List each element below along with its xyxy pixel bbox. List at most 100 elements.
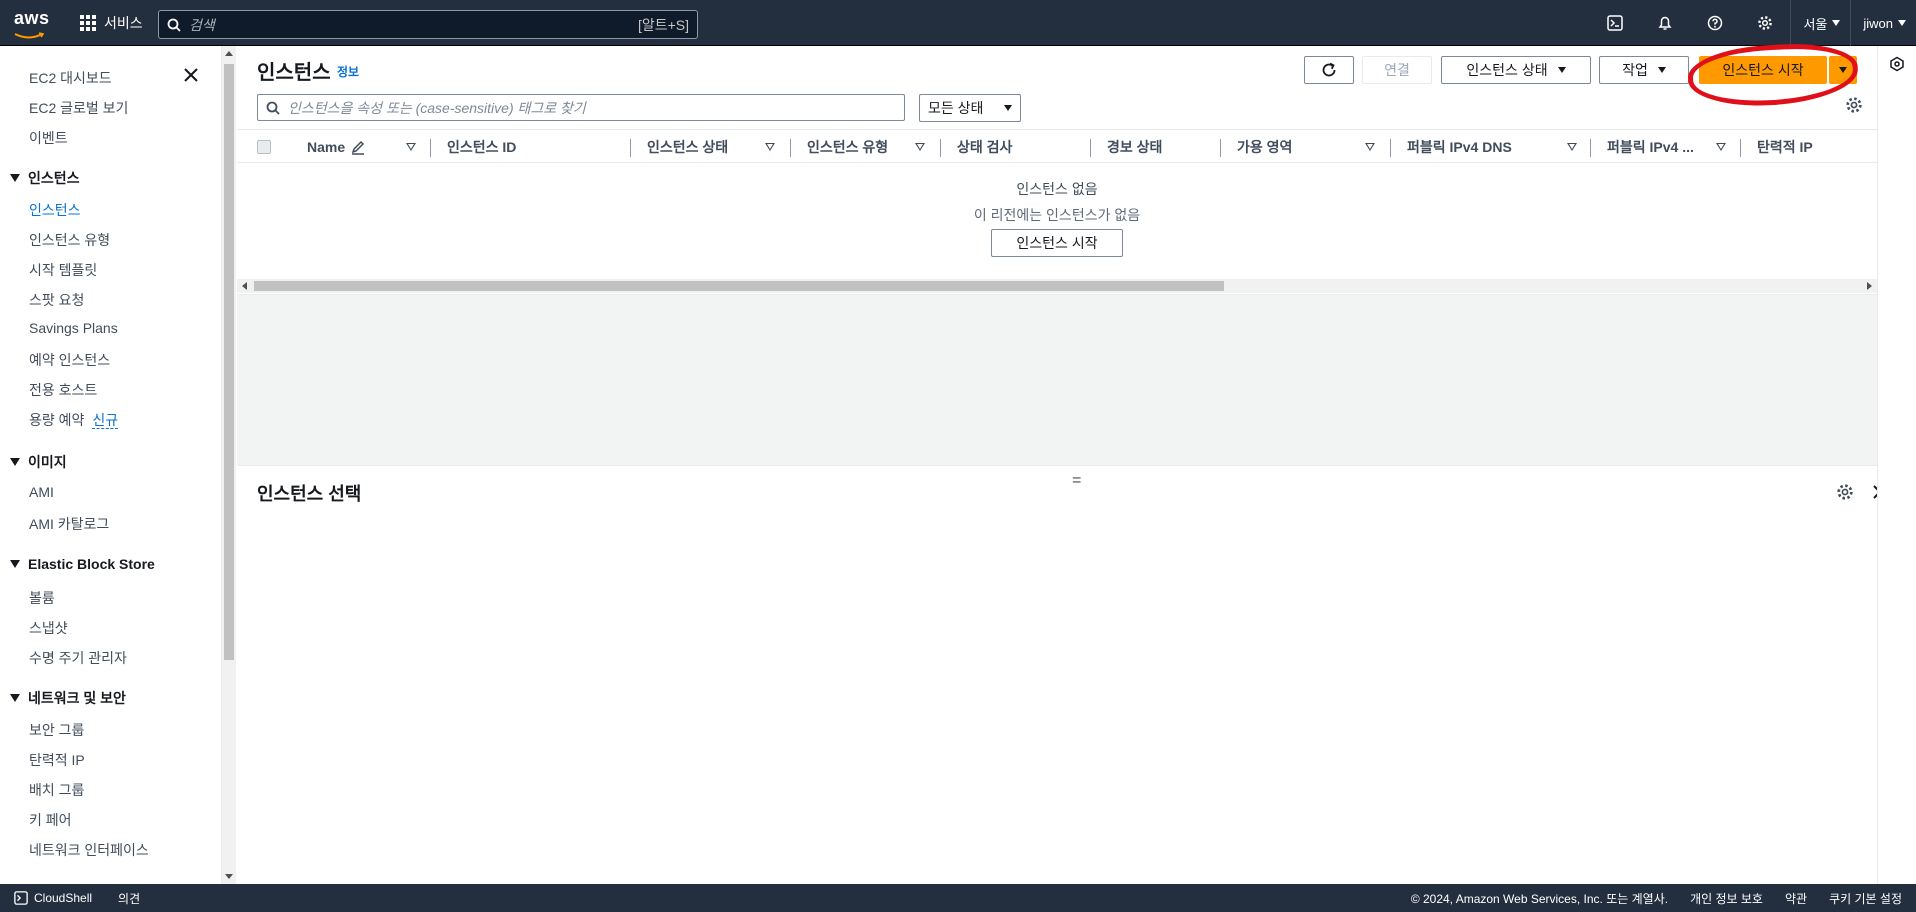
instance-state-button[interactable]: 인스턴스 상태 — [1441, 56, 1591, 84]
close-icon[interactable] — [182, 66, 200, 84]
sidebar-item-lifecycle-manager[interactable]: 수명 주기 관리자 — [29, 648, 127, 668]
sidebar-section-images[interactable]: 이미지 — [10, 452, 67, 472]
table-horizontal-scrollbar[interactable] — [237, 279, 1877, 293]
scroll-left-icon[interactable] — [242, 282, 247, 290]
sidebar-item-events[interactable]: 이벤트 — [29, 128, 68, 148]
services-menu[interactable]: 서비스 — [80, 13, 143, 33]
column-availability-zone[interactable]: 가용 영역 — [1237, 130, 1292, 164]
sidebar-item-instance-types[interactable]: 인스턴스 유형 — [29, 230, 110, 250]
sidebar-item-placement-groups[interactable]: 배치 그룹 — [29, 780, 84, 800]
sort-icon[interactable] — [915, 143, 925, 151]
column-public-ipv4-dns[interactable]: 퍼블릭 IPv4 DNS — [1407, 130, 1512, 164]
column-divider[interactable] — [790, 139, 791, 157]
select-all-checkbox[interactable] — [257, 140, 271, 154]
column-divider[interactable] — [940, 139, 941, 157]
column-divider[interactable] — [1740, 139, 1741, 157]
sidebar-item-savings-plans[interactable]: Savings Plans — [29, 320, 118, 336]
sidebar-item-snapshots[interactable]: 스냅샷 — [29, 618, 68, 638]
sort-icon[interactable] — [406, 143, 416, 151]
hexagon-icon[interactable] — [1889, 56, 1905, 72]
sidebar-item-capacity-reservations[interactable]: 용량 예약 신규 — [29, 410, 119, 430]
cloudshell-link[interactable]: CloudShell — [14, 891, 92, 905]
state-filter-select[interactable]: 모든 상태 — [919, 94, 1021, 122]
aws-logo[interactable]: aws — [14, 8, 50, 39]
sidebar-item-spot-requests[interactable]: 스팟 요청 — [29, 290, 84, 310]
scrollbar-thumb[interactable] — [224, 64, 234, 660]
sidebar-scrollbar[interactable] — [222, 46, 236, 884]
notifications-button[interactable] — [1640, 0, 1690, 46]
grid-icon — [80, 15, 96, 31]
column-instance-state[interactable]: 인스턴스 상태 — [647, 130, 728, 164]
sidebar-section-network-security[interactable]: 네트워크 및 보안 — [10, 688, 126, 708]
sidebar-item-launch-templates[interactable]: 시작 템플릿 — [29, 260, 97, 280]
privacy-link[interactable]: 개인 정보 보호 — [1690, 890, 1763, 907]
column-name[interactable]: Name — [307, 130, 366, 164]
column-status-check[interactable]: 상태 검사 — [957, 130, 1012, 164]
feedback-link[interactable]: 의견 — [118, 890, 140, 907]
filter-input[interactable] — [288, 99, 896, 116]
column-divider[interactable] — [630, 139, 631, 157]
cloudshell-button[interactable] — [1590, 0, 1640, 46]
sidebar-item-reserved-instances[interactable]: 예약 인스턴스 — [29, 350, 110, 370]
sidebar-item-elastic-ips[interactable]: 탄력적 IP — [29, 750, 85, 770]
column-instance-type[interactable]: 인스턴스 유형 — [807, 130, 888, 164]
gear-icon — [1758, 16, 1773, 30]
state-filter-value: 모든 상태 — [928, 100, 984, 116]
sidebar-item-ec2-global-view[interactable]: EC2 글로벌 보기 — [29, 98, 128, 118]
sort-icon[interactable] — [765, 143, 775, 151]
sidebar-item-ami-catalog[interactable]: AMI 카탈로그 — [29, 514, 109, 534]
new-badge: 신규 — [92, 412, 119, 429]
actions-button[interactable]: 작업 — [1599, 56, 1689, 84]
gear-icon[interactable] — [1845, 96, 1863, 114]
sidebar-item-ami[interactable]: AMI — [29, 484, 54, 500]
column-divider[interactable] — [430, 139, 431, 157]
scroll-right-icon[interactable] — [1867, 282, 1872, 290]
help-button[interactable] — [1690, 0, 1740, 46]
sidebar-item-volumes[interactable]: 볼륨 — [29, 588, 55, 608]
search-input[interactable] — [189, 16, 638, 33]
region-menu[interactable]: 서울 — [1790, 0, 1850, 46]
column-public-ipv4[interactable]: 퍼블릭 IPv4 ... — [1607, 130, 1694, 164]
caret-down-icon — [1839, 67, 1847, 73]
column-divider[interactable] — [1220, 139, 1221, 157]
user-label: jiwon — [1863, 15, 1893, 31]
aws-smile-icon — [14, 32, 45, 39]
gear-icon[interactable] — [1836, 483, 1854, 501]
launch-instances-button[interactable]: 인스턴스 시작 — [1699, 56, 1827, 84]
scrollbar-thumb[interactable] — [254, 281, 1224, 291]
sidebar-item-key-pairs[interactable]: 키 페어 — [29, 810, 72, 830]
column-instance-id[interactable]: 인스턴스 ID — [447, 130, 516, 164]
instance-filter[interactable] — [257, 94, 905, 121]
connect-button[interactable]: 연결 — [1362, 56, 1432, 84]
region-label: 서울 — [1803, 16, 1828, 32]
sidebar-item-network-interfaces[interactable]: 네트워크 인터페이스 — [29, 840, 149, 860]
resize-handle[interactable]: = — [1072, 472, 1081, 490]
empty-launch-button[interactable]: 인스턴스 시작 — [991, 229, 1123, 257]
column-divider[interactable] — [1590, 139, 1591, 157]
column-divider[interactable] — [1090, 139, 1091, 157]
sidebar-item-ec2-dashboard[interactable]: EC2 대시보드 — [29, 68, 112, 88]
terms-link[interactable]: 약관 — [1785, 890, 1807, 907]
aws-logo-text: aws — [14, 8, 50, 28]
scroll-down-icon[interactable] — [225, 874, 233, 879]
settings-button[interactable] — [1740, 0, 1790, 46]
sort-icon[interactable] — [1716, 143, 1726, 151]
footer: CloudShell 의견 © 2024, Amazon Web Service… — [0, 884, 1916, 912]
cookie-preferences-link[interactable]: 쿠키 기본 설정 — [1829, 890, 1902, 907]
scroll-up-icon[interactable] — [225, 51, 233, 56]
sort-icon[interactable] — [1365, 143, 1375, 151]
sidebar-item-security-groups[interactable]: 보안 그룹 — [29, 720, 84, 740]
search-bar[interactable]: [알트+S] — [158, 10, 698, 39]
launch-dropdown-button[interactable] — [1829, 56, 1857, 84]
sidebar-item-instances[interactable]: 인스턴스 — [29, 200, 81, 220]
column-divider[interactable] — [1390, 139, 1391, 157]
column-elastic-ip[interactable]: 탄력적 IP — [1757, 130, 1813, 164]
sidebar-section-ebs[interactable]: Elastic Block Store — [10, 556, 155, 572]
info-link[interactable]: 정보 — [337, 63, 359, 80]
sidebar-section-instances[interactable]: 인스턴스 — [10, 168, 80, 188]
sidebar-item-dedicated-hosts[interactable]: 전용 호스트 — [29, 380, 97, 400]
column-alarm-status[interactable]: 경보 상태 — [1107, 130, 1162, 164]
refresh-button[interactable] — [1304, 56, 1354, 84]
user-menu[interactable]: jiwon — [1850, 0, 1916, 46]
sort-icon[interactable] — [1567, 143, 1577, 151]
